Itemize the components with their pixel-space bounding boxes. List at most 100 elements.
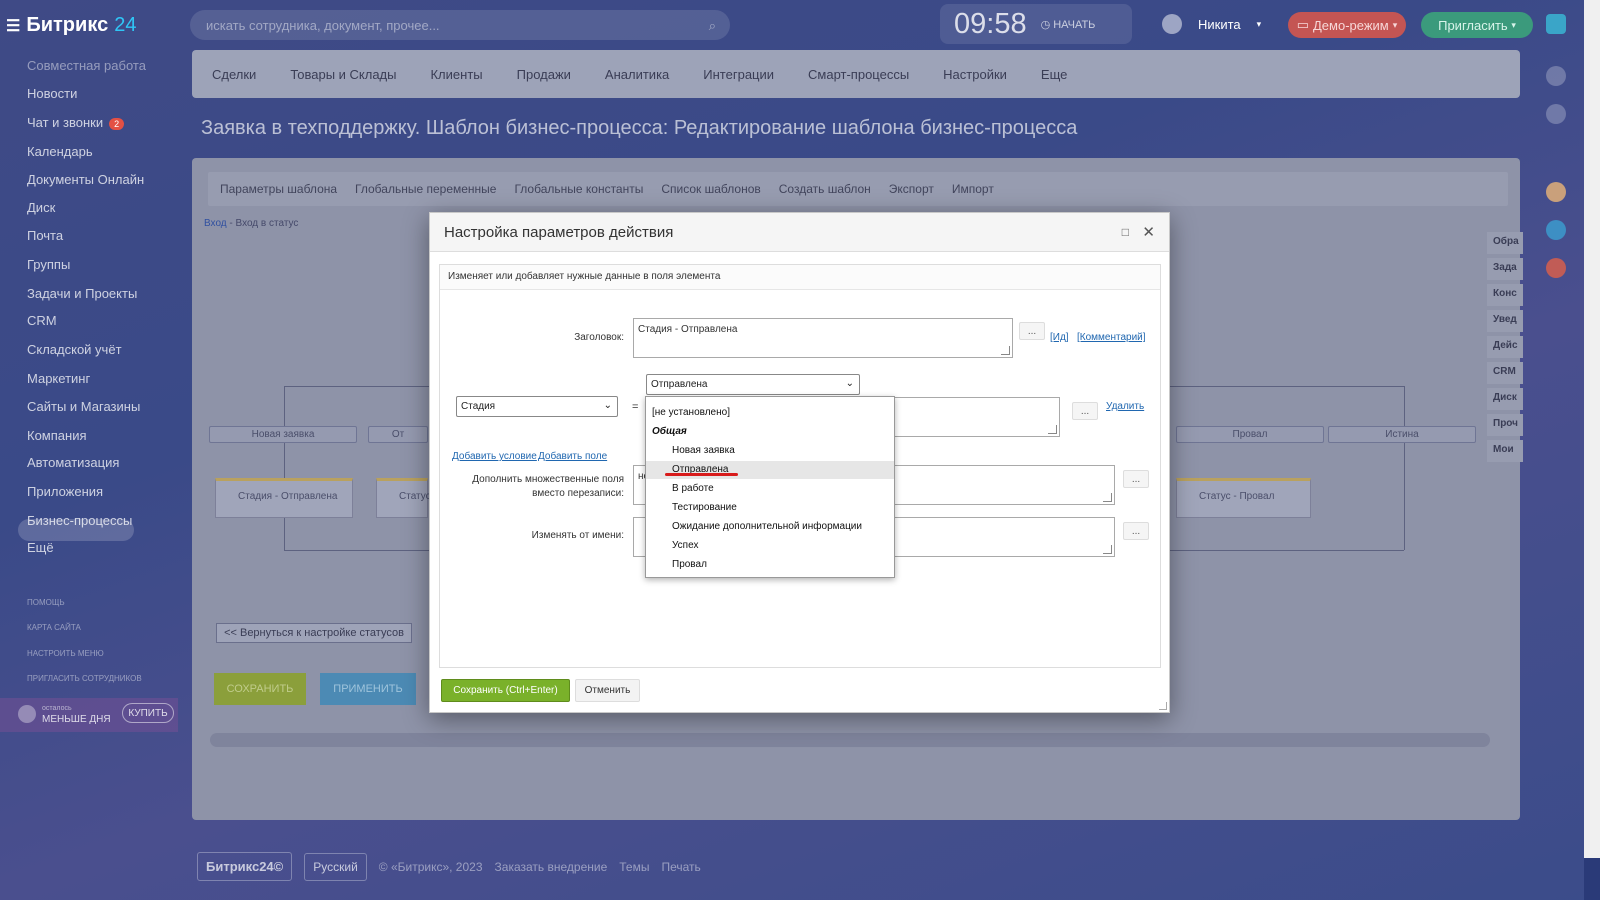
add-field-link[interactable]: Добавить поле [538,451,607,462]
toolbar-global-vars[interactable]: Глобальные переменные [355,182,496,196]
toolbar-template-list[interactable]: Список шаблонов [661,182,760,196]
palette-item[interactable]: Дейс [1487,336,1523,358]
sidebar-item-mail[interactable]: Почта [27,228,63,243]
search-icon[interactable]: ⌕ [709,18,716,34]
scrollbar-thumb[interactable] [1584,858,1600,900]
invite-button[interactable]: Пригласить ▾ [1421,12,1533,38]
save-button-bg[interactable]: СОХРАНИТЬ [214,673,306,705]
value-select[interactable]: Отправлена ⌄ [646,374,860,395]
diagram-state[interactable]: Истина [1328,426,1476,443]
delete-link[interactable]: Удалить [1106,401,1144,412]
palette-item[interactable]: Конс [1487,284,1523,306]
horizontal-scrollbar[interactable] [210,733,1490,747]
search-input[interactable]: искать сотрудника, документ, прочее... ⌕ [190,10,730,40]
palette-item[interactable]: Обра [1487,232,1523,254]
dropdown-option[interactable]: [не установлено] [646,404,894,422]
sidebar-item-chat[interactable]: Чат и звонки 2 [27,115,125,130]
start-day-button[interactable]: ◷ НАЧАТЬ [1041,18,1096,31]
footer-themes-link[interactable]: Темы [619,860,649,874]
sidebar-group-title[interactable]: Совместная работа [27,58,146,73]
diagram-action[interactable]: Статус - Провал [1176,478,1311,518]
title-picker-button[interactable]: ... [1019,322,1045,340]
diagram-action[interactable]: Статус [376,478,431,518]
nav-item[interactable]: Интеграции [703,67,774,82]
value-picker-button[interactable]: ... [1072,402,1098,420]
palette-item[interactable]: Проч [1487,414,1523,436]
sidebar-link-invite[interactable]: ПРИГЛАСИТЬ СОТРУДНИКОВ [27,674,142,683]
clock-icon[interactable] [1546,104,1566,124]
work-day-clock[interactable]: 09:58 ◷ НАЧАТЬ [940,4,1132,44]
dropdown-option-highlighted[interactable]: Отправлена [646,461,894,479]
nav-item[interactable]: Смарт-процессы [808,67,909,82]
sidebar-link-sitemap[interactable]: КАРТА САЙТА [27,623,81,632]
comment-link[interactable]: [Комментарий] [1077,332,1146,343]
contact-initial-icon[interactable] [1546,258,1566,278]
chat-group-icon[interactable] [1546,220,1566,240]
maximize-icon[interactable]: □ [1122,225,1129,239]
demo-mode-button[interactable]: ▭ Демо-режим ▾ [1288,12,1406,38]
dialog-cancel-button[interactable]: Отменить [575,679,640,702]
sidebar-item-apps[interactable]: Приложения [27,484,103,499]
diagram-state[interactable]: Новая заявка [209,426,357,443]
diagram-state[interactable]: От [368,426,428,443]
dropdown-option[interactable]: В работе [646,480,894,498]
value-textarea[interactable] [880,397,1060,437]
apply-button-bg[interactable]: ПРИМЕНИТЬ [320,673,416,705]
dropdown-option[interactable]: Тестирование [646,499,894,517]
sidebar-item-company[interactable]: Компания [27,428,87,443]
footer-print-link[interactable]: Печать [661,860,700,874]
dropdown-option[interactable]: Ожидание дополнительной информации [646,518,894,536]
palette-item[interactable]: Увед [1487,310,1523,332]
sidebar-item-more[interactable]: Ещё [27,540,54,555]
buy-button[interactable]: КУПИТЬ [122,703,174,723]
bell-icon[interactable] [1546,66,1566,86]
language-select[interactable]: Русский [304,852,367,881]
id-link[interactable]: [Ид] [1050,332,1069,343]
help-icon[interactable] [1546,14,1566,34]
close-icon[interactable]: ✕ [1142,223,1155,241]
sidebar-item-sites[interactable]: Сайты и Магазины [27,399,140,414]
modified-by-picker-button[interactable]: ... [1123,522,1149,540]
title-textarea[interactable]: Стадия - Отправлена [633,318,1013,358]
breadcrumb-link[interactable]: Вход [204,218,227,229]
sidebar-item-marketing[interactable]: Маркетинг [27,371,90,386]
palette-item[interactable]: CRM [1487,362,1523,384]
back-to-statuses-button[interactable]: << Вернуться к настройке статусов [216,623,412,643]
footer-order-link[interactable]: Заказать внедрение [495,860,608,874]
add-condition-link[interactable]: Добавить условие [452,451,537,462]
sidebar-item-calendar[interactable]: Календарь [27,144,93,159]
palette-item[interactable]: Мои [1487,440,1523,462]
sidebar-item-inventory[interactable]: Складской учёт [27,342,122,357]
nav-item[interactable]: Продажи [517,67,571,82]
search-icon[interactable] [1546,144,1566,164]
dropdown-option[interactable]: Провал [646,556,894,574]
nav-item[interactable]: Товары и Склады [290,67,396,82]
footer-logo[interactable]: Битрикс24© [197,852,293,881]
nav-item[interactable]: Сделки [212,67,256,82]
sidebar-item-groups[interactable]: Группы [27,257,70,272]
dropdown-option[interactable]: Успех [646,537,894,555]
diagram-state[interactable]: Провал [1176,426,1324,443]
nav-item[interactable]: Аналитика [605,67,669,82]
dropdown-option[interactable]: Новая заявка [646,442,894,460]
menu-icon[interactable]: ☰ [6,16,20,36]
page-scrollbar[interactable] [1584,0,1600,900]
sidebar-item-crm[interactable]: CRM [27,313,57,328]
contact-avatar-icon[interactable] [1546,182,1566,202]
multi-picker-button[interactable]: ... [1123,470,1149,488]
toolbar-create-template[interactable]: Создать шаблон [779,182,871,196]
sidebar-item-tasks[interactable]: Задачи и Проекты [27,286,137,301]
toolbar-params[interactable]: Параметры шаблона [220,182,337,196]
sidebar-link-configure[interactable]: НАСТРОИТЬ МЕНЮ [27,649,104,658]
nav-item[interactable]: Клиенты [430,67,482,82]
resize-grip-icon[interactable] [1159,702,1167,710]
diagram-action[interactable]: Стадия - Отправлена [215,478,353,518]
user-menu[interactable]: Никита ▾ [1162,14,1261,34]
palette-item[interactable]: Зада [1487,258,1523,280]
sidebar-item-bizproc[interactable]: Бизнес-процессы [27,513,132,528]
sidebar-link-help[interactable]: ПОМОЩЬ [27,598,65,607]
sidebar-item-news[interactable]: Новости [27,86,77,101]
dialog-save-button[interactable]: Сохранить (Ctrl+Enter) [441,679,570,702]
toolbar-global-consts[interactable]: Глобальные константы [514,182,643,196]
palette-item[interactable]: Диск [1487,388,1523,410]
